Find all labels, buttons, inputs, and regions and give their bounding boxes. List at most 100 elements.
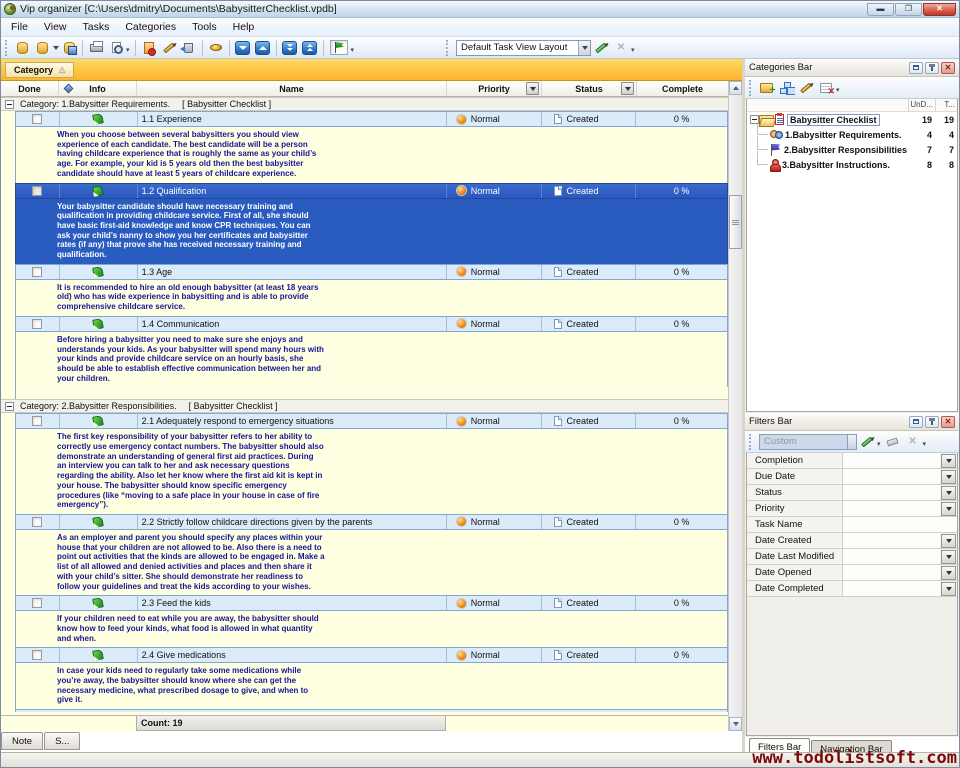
- filter-value-field[interactable]: [842, 517, 957, 532]
- collapse-icon[interactable]: [750, 115, 759, 124]
- filter-dropdown-icon[interactable]: [941, 566, 956, 580]
- category-tree-item[interactable]: Babysitter Checklist1919: [747, 112, 957, 127]
- priority-filter-dropdown-icon[interactable]: [526, 82, 539, 95]
- edit-category-icon[interactable]: [796, 79, 816, 97]
- column-header-priority[interactable]: Priority: [446, 81, 541, 96]
- categories-restore-icon[interactable]: [909, 62, 923, 74]
- menu-tasks[interactable]: Tasks: [75, 19, 118, 35]
- add-subcategory-icon[interactable]: [776, 79, 796, 97]
- categories-close-icon[interactable]: ✕: [941, 62, 955, 74]
- column-header-status[interactable]: Status: [541, 81, 636, 96]
- group-by-category-chip[interactable]: Category △: [5, 62, 74, 78]
- new-database-icon[interactable]: [12, 39, 32, 57]
- open-database-icon[interactable]: [32, 39, 52, 57]
- task-row[interactable]: 1.2 QualificationNormalCreated0 %: [15, 183, 728, 199]
- grid-scrollbar[interactable]: [728, 81, 742, 731]
- done-checkbox[interactable]: [32, 186, 42, 196]
- category-tree-item[interactable]: 1.Babysitter Requirements.44: [747, 127, 957, 142]
- category-group-row[interactable]: Category: 2.Babysitter Responsibilities.…: [1, 399, 728, 413]
- category-group-row[interactable]: Category: 1.Babysitter Requirements.[ Ba…: [1, 97, 728, 111]
- category-tree-item[interactable]: 2.Babysitter Responsibilities77: [747, 142, 957, 157]
- move-up-icon[interactable]: [253, 39, 273, 57]
- status-filter-dropdown-icon[interactable]: [621, 82, 634, 95]
- filters-close-icon[interactable]: ✕: [941, 416, 955, 428]
- task-row[interactable]: 2.3 Feed the kidsNormalCreated0 %: [15, 595, 728, 611]
- task-view-layout-icon[interactable]: [327, 39, 351, 57]
- filter-dropdown-icon[interactable]: [941, 486, 956, 500]
- delete-filter-icon[interactable]: ✕: [903, 433, 923, 451]
- scroll-up-icon[interactable]: [729, 81, 742, 95]
- menu-tools[interactable]: Tools: [184, 19, 225, 35]
- scrollbar-track[interactable]: [729, 95, 742, 717]
- task-row-partial[interactable]: [15, 709, 728, 712]
- scrollbar-thumb[interactable]: [729, 195, 742, 249]
- toolbar-grip[interactable]: [749, 434, 753, 450]
- column-header-undone[interactable]: UnD...: [908, 99, 935, 111]
- filter-dropdown-icon[interactable]: [941, 534, 956, 548]
- menu-categories[interactable]: Categories: [117, 19, 184, 35]
- tab-s[interactable]: S...: [44, 732, 80, 750]
- column-header-done[interactable]: Done: [1, 81, 58, 96]
- move-to-top-icon[interactable]: [300, 39, 320, 57]
- minimize-button[interactable]: ▬: [867, 3, 894, 16]
- clear-filter-icon[interactable]: [883, 433, 903, 451]
- toolbar-overflow-icon[interactable]: ▾: [351, 47, 355, 54]
- column-header-info[interactable]: Info: [58, 81, 136, 96]
- menu-file[interactable]: File: [3, 19, 36, 35]
- scroll-down-icon[interactable]: [729, 717, 742, 731]
- save-database-icon[interactable]: [59, 39, 79, 57]
- filter-preset-combobox[interactable]: Custom: [759, 434, 857, 450]
- category-tree-item[interactable]: 3.Babysitter Instructions.88: [747, 157, 957, 172]
- filter-preset-dropdown-icon[interactable]: [847, 435, 856, 449]
- done-checkbox[interactable]: [32, 517, 42, 527]
- delete-task-icon[interactable]: [179, 39, 199, 57]
- task-row[interactable]: 2.4 Give medicationsNormalCreated0 %: [15, 647, 728, 663]
- filter-value-field[interactable]: [842, 581, 940, 596]
- task-note[interactable]: If your children need to eat while you a…: [15, 611, 728, 647]
- filter-value-field[interactable]: [842, 565, 940, 580]
- done-checkbox[interactable]: [32, 114, 42, 124]
- done-checkbox[interactable]: [32, 267, 42, 277]
- toolbar-grip[interactable]: [749, 80, 753, 96]
- filter-value-field[interactable]: [842, 501, 940, 516]
- toolbar-grip[interactable]: [5, 40, 9, 56]
- done-checkbox[interactable]: [32, 416, 42, 426]
- task-note[interactable]: The first key responsibility of your bab…: [15, 429, 728, 514]
- filter-value-field[interactable]: [842, 549, 940, 564]
- filters-restore-icon[interactable]: [909, 416, 923, 428]
- task-note[interactable]: In case your kids need to regularly take…: [15, 663, 728, 709]
- collapse-icon[interactable]: [5, 402, 14, 411]
- task-row[interactable]: 1.3 AgeNormalCreated0 %: [15, 264, 728, 280]
- done-checkbox[interactable]: [32, 650, 42, 660]
- filter-value-field[interactable]: [842, 453, 940, 468]
- task-row[interactable]: 2.1 Adequately respond to emergency situ…: [15, 413, 728, 429]
- apply-filter-dropdown-icon[interactable]: ▾: [877, 441, 881, 448]
- toolbar-overflow-icon[interactable]: ▾: [836, 87, 840, 94]
- delete-category-icon[interactable]: [816, 79, 836, 97]
- edit-task-icon[interactable]: [159, 39, 179, 57]
- task-row[interactable]: 1.1 ExperienceNormalCreated0 %: [15, 111, 728, 127]
- column-header-total[interactable]: T...: [935, 99, 957, 111]
- task-note[interactable]: Before hiring a babysitter you need to m…: [15, 332, 728, 388]
- maximize-button[interactable]: ❐: [895, 3, 922, 16]
- task-note[interactable]: It is recommended to hire an old enough …: [15, 280, 728, 316]
- move-to-bottom-icon[interactable]: [280, 39, 300, 57]
- move-down-icon[interactable]: [233, 39, 253, 57]
- new-task-icon[interactable]: [139, 39, 159, 57]
- toolbar-overflow-icon[interactable]: ▾: [126, 47, 130, 54]
- close-button[interactable]: ✕: [923, 3, 956, 16]
- print-icon[interactable]: [86, 39, 106, 57]
- menu-view[interactable]: View: [36, 19, 75, 35]
- toolbar-overflow-icon[interactable]: ▾: [631, 47, 635, 54]
- task-note[interactable]: As an employer and parent you should spe…: [15, 530, 728, 595]
- apply-filter-icon[interactable]: [857, 433, 877, 451]
- menu-help[interactable]: Help: [225, 19, 263, 35]
- filter-dropdown-icon[interactable]: [941, 454, 956, 468]
- task-row[interactable]: 2.2 Strictly follow childcare directions…: [15, 514, 728, 530]
- done-checkbox[interactable]: [32, 319, 42, 329]
- delete-layout-icon[interactable]: ✕: [611, 39, 631, 57]
- collapse-icon[interactable]: [5, 100, 14, 109]
- toolbar-grip[interactable]: [446, 40, 450, 56]
- filter-value-field[interactable]: [842, 469, 940, 484]
- filter-dropdown-icon[interactable]: [941, 502, 956, 516]
